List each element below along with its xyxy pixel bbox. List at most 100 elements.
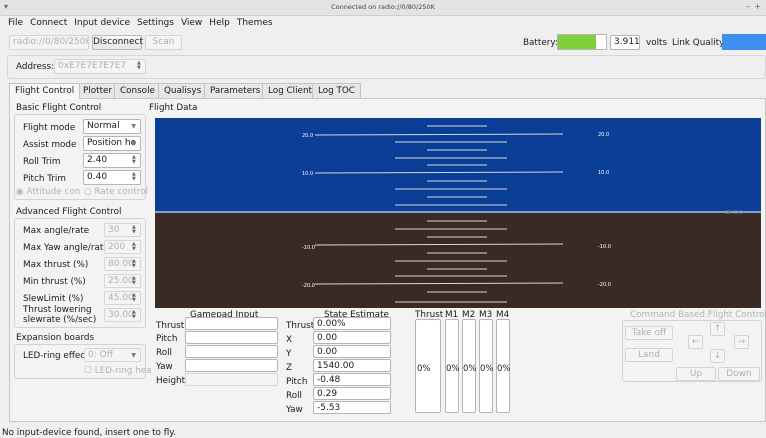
state-roll-label: Roll <box>286 391 302 401</box>
spin-icon[interactable]: ▲ ▼ <box>132 225 138 235</box>
spin-icon[interactable]: ▲ ▼ <box>132 276 138 286</box>
max-thrust-input[interactable]: 80.00 ▲ ▼ <box>104 257 141 271</box>
motor-thrust-value: 0% <box>417 364 431 374</box>
state-thrust-value: 0.00% <box>313 317 391 330</box>
state-pitch-value: -0.48 <box>313 373 391 386</box>
window-titlebar: ▾ Connected on radio://0/80/250K – + <box>0 0 766 16</box>
status-bar: No input-device found, insert one to fly… <box>2 428 177 438</box>
menu-file[interactable]: File <box>8 18 23 28</box>
slew-limit-value: 45.00 <box>108 293 134 303</box>
gamepad-roll-field <box>185 345 278 358</box>
led-ring-heading-checkbox[interactable]: ☐ LED-ring hea <box>84 366 152 376</box>
tab-console[interactable]: Console <box>114 83 161 98</box>
spin-icon[interactable]: ▲ ▼ <box>132 242 138 252</box>
spin-icon[interactable]: ▲ ▼ <box>132 310 138 320</box>
spin-icon[interactable]: ▲ ▼ <box>132 293 138 303</box>
motor-m1-bar: 0% <box>445 319 460 413</box>
max-yaw-label: Max Yaw angle/rate <box>23 243 109 253</box>
uri-select[interactable]: radio://0/80/250K <box>9 35 89 50</box>
motor-m1-value: 0% <box>446 364 460 374</box>
max-thrust-label: Max thrust (%) <box>23 260 89 270</box>
radio-icon: ◉ <box>16 187 24 197</box>
state-roll-value: 0.29 <box>313 387 391 400</box>
tab-parameters[interactable]: Parameters <box>204 83 267 98</box>
max-thrust-value: 80.00 <box>108 259 134 269</box>
led-ring-select[interactable]: 0: Off ▼ <box>84 348 141 362</box>
tab-log-toc[interactable]: Log TOC <box>312 83 361 98</box>
scan-button[interactable]: Scan <box>145 35 182 50</box>
rate-radio[interactable]: ○ Rate control <box>84 187 148 197</box>
menu-themes[interactable]: Themes <box>237 18 273 28</box>
min-thrust-input[interactable]: 25.00 ▲ ▼ <box>104 274 141 288</box>
spin-icon[interactable]: ▲ ▼ <box>132 259 138 269</box>
uri-value: radio://0/80/250K <box>13 37 89 47</box>
gamepad-pitch-label: Pitch <box>156 334 178 344</box>
gamepad-yaw-label: Yaw <box>156 362 173 372</box>
altitude-readout: 1540.0 <box>725 210 743 216</box>
land-button[interactable]: Land <box>625 348 673 362</box>
state-x-value: 0.00 <box>313 331 391 344</box>
tab-log-client[interactable]: Log Client <box>262 83 318 98</box>
advanced-title: Advanced Flight Control <box>16 207 122 217</box>
menu-input-device[interactable]: Input device <box>74 18 130 28</box>
address-input[interactable]: 0xE7E7E7E7E7 ▲ ▼ <box>54 59 146 74</box>
tab-plotter[interactable]: Plotter <box>77 83 119 98</box>
slew-limit-input[interactable]: 45.00 ▲ ▼ <box>104 291 141 305</box>
motor-m2-value: 0% <box>463 364 477 374</box>
pitch-trim-input[interactable]: 0.40 ▲ ▼ <box>83 170 141 185</box>
take-off-button[interactable]: Take off <box>625 326 673 340</box>
menu-settings[interactable]: Settings <box>137 18 174 28</box>
thrust-lowering-input[interactable]: 30.00 ▲ ▼ <box>104 308 141 322</box>
menu-bar: File Connect Input device Settings View Help T… <box>8 18 280 28</box>
battery-bar <box>557 34 607 50</box>
left-arrow-icon[interactable]: ← <box>688 335 703 349</box>
attitude-radio[interactable]: ◉ Attitude con <box>16 187 80 197</box>
minimize-icon[interactable]: – <box>746 2 750 11</box>
min-thrust-label: Min thrust (%) <box>23 277 86 287</box>
battery-fill <box>558 35 597 49</box>
motor-m2-bar: 0% <box>462 319 477 413</box>
rate-label: Rate control <box>94 187 148 197</box>
led-ring-heading-label: LED-ring hea <box>94 366 152 376</box>
address-spin-icon[interactable]: ▲ ▼ <box>137 61 143 71</box>
link-quality-bar <box>722 34 766 50</box>
min-thrust-value: 25.00 <box>108 276 134 286</box>
max-angle-input[interactable]: 30 ▲ ▼ <box>104 223 141 237</box>
pitch-label-10-right: 10.0 <box>598 170 609 176</box>
flight-mode-select[interactable]: Normal ▼ <box>83 119 141 134</box>
menu-view[interactable]: View <box>181 18 202 28</box>
state-yaw-value: -5.53 <box>313 401 391 414</box>
state-x-label: X <box>286 335 293 345</box>
menu-connect[interactable]: Connect <box>30 18 67 28</box>
link-quality-label: Link Quality: <box>672 38 727 48</box>
back-arrow-icon[interactable]: ↓ <box>710 349 725 363</box>
spin-icon[interactable]: ▲ ▼ <box>132 155 138 165</box>
menu-help[interactable]: Help <box>209 18 230 28</box>
gamepad-pitch-field <box>185 331 278 344</box>
down-button[interactable]: Down <box>718 367 760 381</box>
up-button[interactable]: Up <box>676 367 716 381</box>
flight-mode-value: Normal <box>87 121 120 131</box>
artificial-horizon: 20.0 20.0 10.0 10.0 -10.0 -10.0 -20.0 -2… <box>155 118 761 308</box>
roll-trim-input[interactable]: 2.40 ▲ ▼ <box>83 153 141 168</box>
maximize-icon[interactable]: + <box>754 2 761 11</box>
battery-label: Battery: <box>523 38 558 48</box>
disconnect-button[interactable]: Disconnect <box>92 35 143 50</box>
right-arrow-icon[interactable]: → <box>734 335 749 349</box>
volts-label: volts <box>646 38 668 48</box>
tab-flight-control[interactable]: Flight Control <box>9 83 81 99</box>
state-thrust-label: Thrust <box>286 321 315 331</box>
pitch-label-20-right: 20.0 <box>598 132 609 138</box>
gamepad-height-field <box>185 373 278 386</box>
forward-arrow-icon[interactable]: ↑ <box>710 322 725 336</box>
spin-icon[interactable]: ▲ ▼ <box>132 172 138 182</box>
pitch-trim-value: 0.40 <box>87 172 108 182</box>
gamepad-height-label: Height <box>156 376 186 386</box>
assist-mode-value: Position ho <box>87 138 137 148</box>
assist-mode-select[interactable]: Position ho ▼ <box>83 136 141 151</box>
thrust-lowering-line2: slewrate (%/sec) <box>23 315 97 325</box>
state-yaw-label: Yaw <box>286 405 303 415</box>
checkbox-icon: ☐ <box>84 366 92 376</box>
tab-qualisys[interactable]: Qualisys <box>158 83 208 98</box>
max-yaw-input[interactable]: 200 ▲ ▼ <box>104 240 141 254</box>
